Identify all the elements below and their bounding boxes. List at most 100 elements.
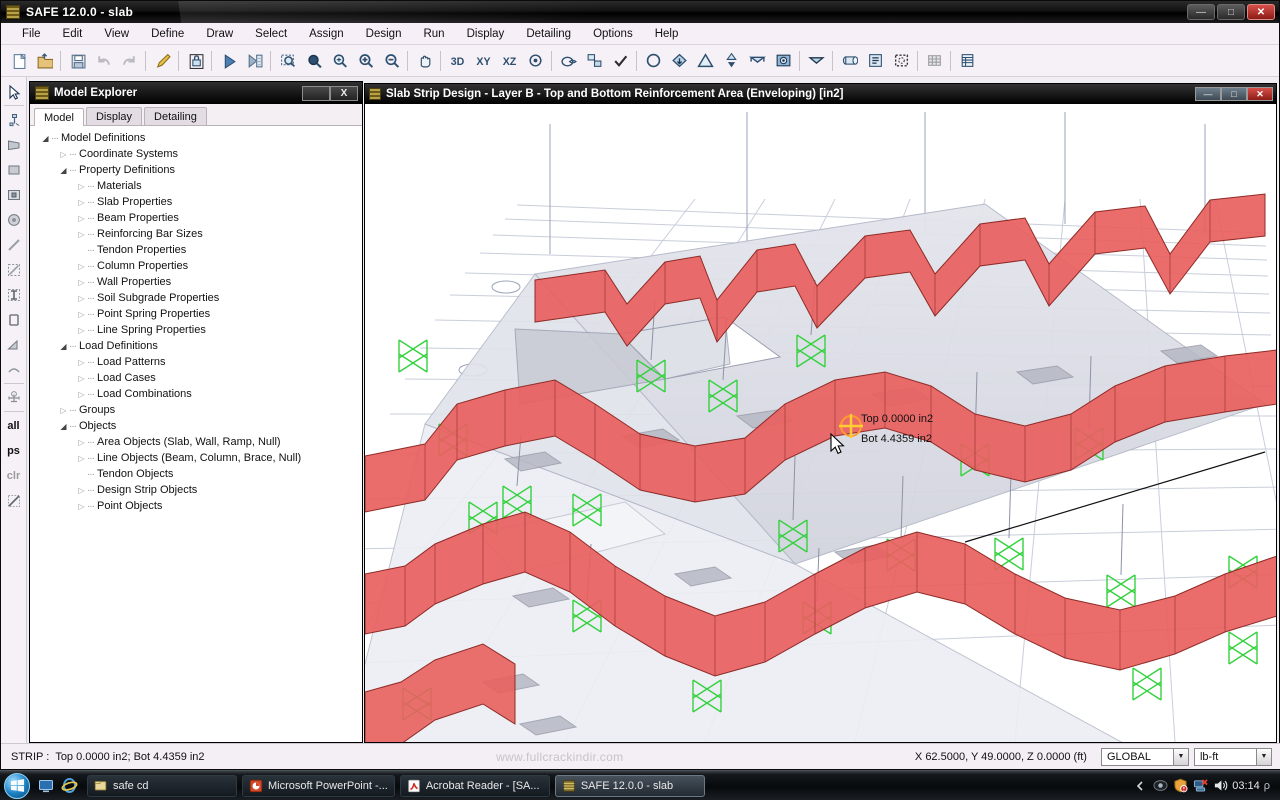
- restore-full-view-icon[interactable]: [300, 48, 326, 74]
- edit-pencil-icon[interactable]: [149, 48, 175, 74]
- quick-draw-area-tool[interactable]: [2, 332, 26, 357]
- tree-node[interactable]: ▷ ··· Line Objects (Beam, Column, Brace, N…: [30, 450, 362, 466]
- tree-node[interactable]: ▷ ··· Materials: [30, 178, 362, 194]
- expand-arrow-closed-icon[interactable]: ▷: [76, 181, 87, 192]
- minimize-button[interactable]: —: [1187, 4, 1215, 20]
- units-dropdown[interactable]: lb-ft ▼: [1193, 747, 1272, 766]
- network-disconnected-icon[interactable]: [1192, 778, 1208, 794]
- get-previous-selection-button[interactable]: ps: [2, 438, 26, 463]
- draw-quad-area-tool[interactable]: [2, 132, 26, 157]
- display-adapter-icon[interactable]: [1152, 778, 1168, 794]
- draw-circular-area-tool[interactable]: [2, 207, 26, 232]
- tree-node[interactable]: ▷ ··· Point Objects: [30, 498, 362, 514]
- lock-model-icon[interactable]: [182, 48, 208, 74]
- expand-arrow-open-icon[interactable]: ◢: [58, 421, 69, 432]
- perspective-toggle-icon[interactable]: [522, 48, 548, 74]
- menu-item-help[interactable]: Help: [644, 26, 690, 42]
- expand-arrow-closed-icon[interactable]: ▷: [76, 437, 87, 448]
- expand-arrow-closed-icon[interactable]: ▷: [76, 357, 87, 368]
- explorer-close-button[interactable]: X: [330, 85, 358, 101]
- show-deformed-shape-icon[interactable]: [718, 48, 744, 74]
- show-reactions-icon[interactable]: [744, 48, 770, 74]
- expand-arrow-closed-icon[interactable]: ▷: [76, 277, 87, 288]
- view-close-button[interactable]: ✕: [1247, 87, 1273, 101]
- tree-node[interactable]: ▷ ··· Groups: [30, 402, 362, 418]
- draw-beam-icon[interactable]: [666, 48, 692, 74]
- menu-item-file[interactable]: File: [11, 26, 52, 42]
- language-indicator[interactable]: ρ: [1264, 780, 1270, 792]
- tree-node[interactable]: ◢ ··· Model Definitions: [30, 130, 362, 146]
- tree-node[interactable]: ▷ ··· Area Objects (Slab, Wall, Ramp, Null…: [30, 434, 362, 450]
- database-tables-icon[interactable]: [954, 48, 980, 74]
- tree-node[interactable]: ▷ ··· Load Combinations: [30, 386, 362, 402]
- menu-item-define[interactable]: Define: [140, 26, 195, 42]
- draw-point-objects-tool[interactable]: [2, 357, 26, 382]
- set-3d-view-icon[interactable]: 3D: [444, 48, 470, 74]
- model-3d-canvas[interactable]: Top 0.0000 in2 Bot 4.4359 in2: [365, 104, 1276, 742]
- expand-arrow-closed-icon[interactable]: ▷: [76, 229, 87, 240]
- show-desktop-icon[interactable]: [36, 776, 56, 796]
- chevron-down-icon[interactable]: ▼: [1255, 748, 1271, 765]
- zoom-in-icon[interactable]: [352, 48, 378, 74]
- object-shrink-icon[interactable]: [555, 48, 581, 74]
- tree-node[interactable]: ▷ ··· Line Spring Properties: [30, 322, 362, 338]
- draw-line-in-region-tool[interactable]: [2, 257, 26, 282]
- zoom-out-icon[interactable]: [378, 48, 404, 74]
- view-maximize-button[interactable]: □: [1221, 87, 1247, 101]
- security-alert-icon[interactable]: [1172, 778, 1188, 794]
- set-elevation-view-icon[interactable]: XZ: [496, 48, 522, 74]
- expand-arrow-closed-icon[interactable]: ▷: [58, 405, 69, 416]
- pan-hand-icon[interactable]: [411, 48, 437, 74]
- clear-selection-button[interactable]: clr: [2, 463, 26, 488]
- taskbar-button[interactable]: safe cd: [87, 774, 237, 797]
- redo-icon[interactable]: [116, 48, 142, 74]
- tree-node[interactable]: ▷ ··· Reinforcing Bar Sizes: [30, 226, 362, 242]
- show-contours-icon[interactable]: [770, 48, 796, 74]
- taskbar-button[interactable]: Microsoft PowerPoint -...: [242, 774, 395, 797]
- draw-dimension-line-tool[interactable]: [2, 385, 26, 410]
- menu-item-assign[interactable]: Assign: [298, 26, 355, 42]
- hidden-icons-arrow[interactable]: [1132, 778, 1148, 794]
- tree-node[interactable]: ▷ ··· Coordinate Systems: [30, 146, 362, 162]
- expand-arrow-closed-icon[interactable]: ▷: [76, 389, 87, 400]
- expand-arrow-closed-icon[interactable]: ▷: [58, 149, 69, 160]
- assign-to-group-icon[interactable]: [581, 48, 607, 74]
- undo-icon[interactable]: [90, 48, 116, 74]
- draw-slab-in-region-tool[interactable]: [2, 182, 26, 207]
- tree-node[interactable]: ▷ ··· Slab Properties: [30, 194, 362, 210]
- grid-toggle-icon[interactable]: [921, 48, 947, 74]
- set-plan-view-icon[interactable]: XY: [470, 48, 496, 74]
- menu-item-display[interactable]: Display: [456, 26, 516, 42]
- menu-item-edit[interactable]: Edit: [52, 26, 94, 42]
- tree-node[interactable]: ▷ ··· Point Spring Properties: [30, 306, 362, 322]
- menu-item-select[interactable]: Select: [244, 26, 298, 42]
- expand-arrow-closed-icon[interactable]: ▷: [76, 373, 87, 384]
- start-button[interactable]: [4, 772, 30, 799]
- check-model-icon[interactable]: [607, 48, 633, 74]
- tree-node[interactable]: ··· Tendon Properties: [30, 242, 362, 258]
- show-tables-icon[interactable]: [836, 48, 862, 74]
- tree-node[interactable]: ◢ ··· Load Definitions: [30, 338, 362, 354]
- new-file-icon[interactable]: [5, 48, 31, 74]
- draw-load-icon[interactable]: [692, 48, 718, 74]
- volume-icon[interactable]: [1212, 778, 1228, 794]
- tree-node[interactable]: ▷ ··· Load Patterns: [30, 354, 362, 370]
- explorer-tab-model[interactable]: Model: [34, 108, 84, 126]
- tree-node[interactable]: ◢ ··· Objects: [30, 418, 362, 434]
- chevron-down-icon[interactable]: ▼: [1172, 748, 1188, 765]
- expand-arrow-closed-icon[interactable]: ▷: [76, 325, 87, 336]
- expand-arrow-open-icon[interactable]: ◢: [40, 133, 51, 144]
- tree-node[interactable]: ··· Tendon Objects: [30, 466, 362, 482]
- expand-arrow-closed-icon[interactable]: ▷: [76, 485, 87, 496]
- coordinate-system-dropdown[interactable]: GLOBAL ▼: [1100, 747, 1189, 766]
- deselect-tool[interactable]: [2, 488, 26, 513]
- expand-arrow-open-icon[interactable]: ◢: [58, 341, 69, 352]
- expand-arrow-closed-icon[interactable]: ▷: [76, 453, 87, 464]
- rubber-band-zoom-icon[interactable]: [274, 48, 300, 74]
- taskbar-clock[interactable]: 03:14: [1232, 780, 1260, 792]
- expand-arrow-open-icon[interactable]: ◢: [58, 165, 69, 176]
- expand-arrow-closed-icon[interactable]: ▷: [76, 213, 87, 224]
- explorer-restore-button[interactable]: [302, 85, 330, 101]
- select-pointer-tool[interactable]: [2, 79, 26, 104]
- menu-item-detailing[interactable]: Detailing: [515, 26, 582, 42]
